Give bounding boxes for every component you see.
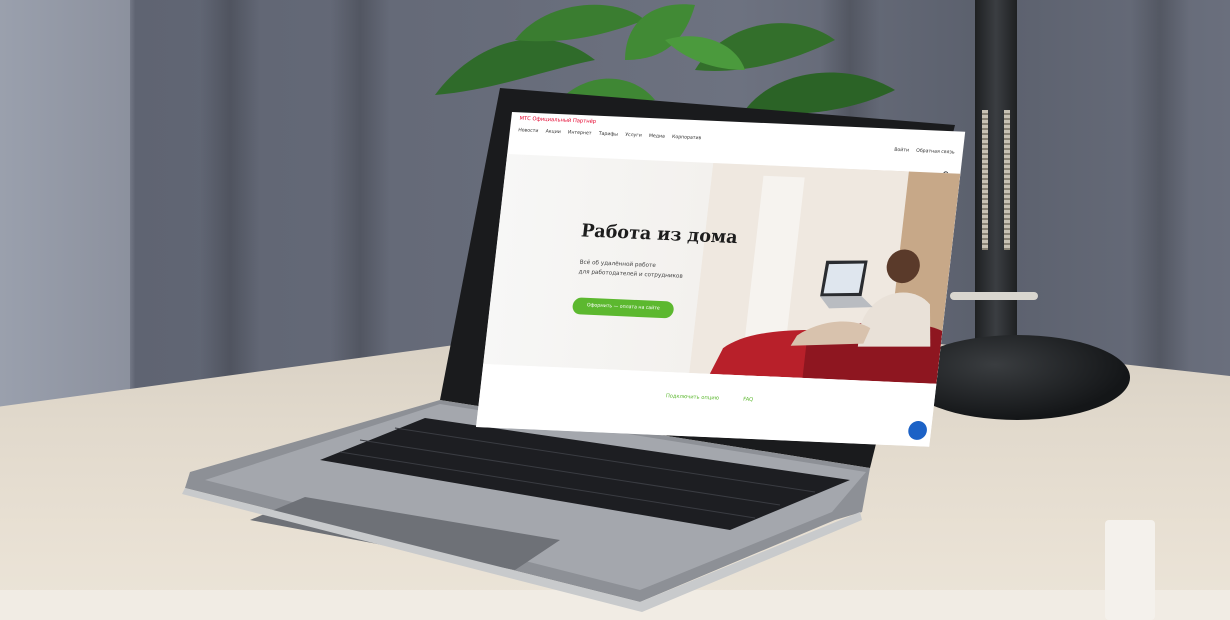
footer-link-connect[interactable]: Подключить опцию	[665, 393, 719, 402]
photo-scene: МТС Официальный Партнёр Новости Акции Ин…	[0, 0, 1230, 620]
nav-item-corporate[interactable]: Корпоратив	[672, 135, 702, 142]
curtain-fold	[1130, 0, 1190, 420]
desk-edge	[0, 590, 1230, 620]
lamp-crossbar	[950, 292, 1038, 300]
hero-subtitle: Всё об удалённой работе для работодателе…	[578, 258, 693, 282]
nav-item-news[interactable]: Новости	[518, 128, 539, 134]
nav-item-services[interactable]: Услуги	[625, 133, 642, 139]
nav-item-promo[interactable]: Акции	[545, 129, 561, 135]
laptop-screen: МТС Официальный Партнёр Новости Акции Ин…	[476, 112, 966, 447]
nav-item-media[interactable]: Медиа	[649, 134, 666, 140]
login-link[interactable]: Войти	[894, 148, 909, 154]
lamp-spring	[982, 110, 988, 250]
hero-photo-woman-with-laptop	[689, 163, 961, 384]
nav-item-tariffs[interactable]: Тарифы	[598, 132, 618, 138]
hero-banner: Работа из дома Всё об удалённой работе д…	[483, 154, 961, 384]
curtain-fold	[200, 0, 260, 420]
hero-cta-button[interactable]: Оформить — оплата на сайте	[571, 297, 675, 319]
desk-leg	[1105, 520, 1155, 620]
lamp-spring	[1004, 110, 1010, 250]
wall-left	[0, 0, 130, 420]
nav-item-internet[interactable]: Интернет	[568, 130, 592, 136]
footer-link-faq[interactable]: FAQ	[743, 396, 754, 403]
